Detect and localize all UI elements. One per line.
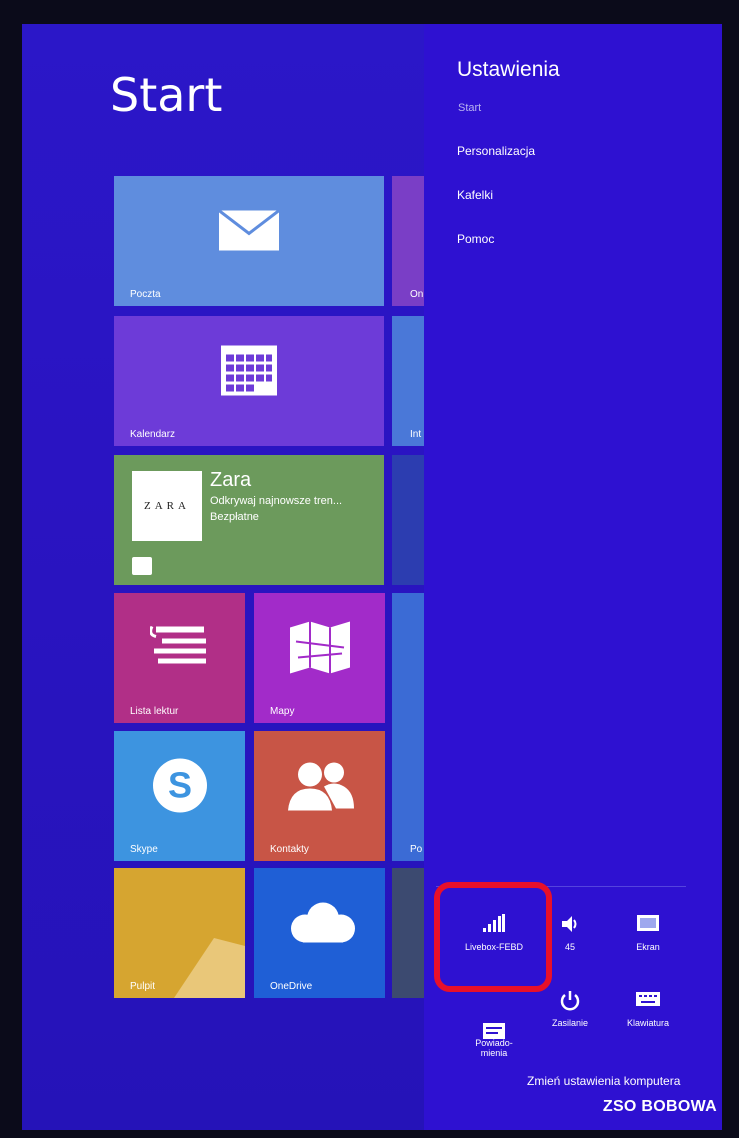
calendar-icon <box>220 345 278 402</box>
tile-desktop[interactable]: Pulpit <box>114 868 245 998</box>
highlight-annotation <box>434 882 552 992</box>
tile-onedrive[interactable]: OneDrive <box>254 868 385 998</box>
notifications-icon <box>454 1000 534 1039</box>
tile-zara[interactable]: ZARA Zara Odkrywaj najnowsze tren... Bez… <box>114 455 384 585</box>
power-label: Zasilanie <box>551 1018 589 1028</box>
people-icon <box>284 761 356 816</box>
settings-link-personalization[interactable]: Personalizacja <box>457 144 535 158</box>
power-button[interactable]: Zasilanie <box>530 990 610 1028</box>
tile-maps-label: Mapy <box>270 706 295 717</box>
screen-icon <box>608 914 688 936</box>
tile-reading-list[interactable]: Lista lektur <box>114 593 245 723</box>
screen-button[interactable]: Ekran <box>608 914 688 952</box>
tile-reading-list-label: Lista lektur <box>130 706 179 717</box>
tile-skype-label: Skype <box>130 844 158 855</box>
power-icon <box>530 990 610 1012</box>
volume-button[interactable]: 45 <box>550 914 590 952</box>
keyboard-button[interactable]: Klawiatura <box>608 990 688 1028</box>
settings-link-tiles[interactable]: Kafelki <box>457 188 493 202</box>
map-icon <box>288 620 352 681</box>
skype-icon: S <box>150 756 210 821</box>
envelope-icon <box>218 209 280 257</box>
tile-partial-4-label: Po <box>410 844 423 855</box>
settings-title: Ustawienia <box>457 58 560 81</box>
tile-mail[interactable]: Poczta <box>114 176 384 306</box>
speaker-icon <box>550 914 590 936</box>
notifications-label: Powiado- mienia <box>475 1038 513 1058</box>
settings-context: Start <box>458 102 482 114</box>
watermark: ZSO BOBOWA <box>602 1098 717 1115</box>
tile-desktop-label: Pulpit <box>130 981 156 992</box>
tile-onedrive-label: OneDrive <box>270 981 313 992</box>
desktop-background <box>174 938 245 998</box>
cloud-icon <box>283 901 357 950</box>
tile-maps[interactable]: Mapy <box>254 593 385 723</box>
zara-app-name: Zara <box>210 469 252 491</box>
start-title: Start <box>110 68 223 122</box>
reading-list-icon <box>148 625 210 676</box>
settings-link-help[interactable]: Pomoc <box>457 232 494 246</box>
tile-partial-1-label: On <box>410 289 424 300</box>
tile-contacts[interactable]: Kontakty <box>254 731 385 861</box>
tile-contacts-label: Kontakty <box>270 844 309 855</box>
notifications-button[interactable]: Powiado- mienia <box>454 990 534 1058</box>
screen-label: Ekran <box>636 942 660 952</box>
store-icon <box>132 557 152 575</box>
svg-text:S: S <box>167 765 191 806</box>
start-screen: Start Poczta Kalendarz ZARA Zara Odkrywa… <box>22 24 722 1130</box>
keyboard-icon <box>608 990 688 1012</box>
tile-calendar-label: Kalendarz <box>130 429 176 440</box>
tile-calendar[interactable]: Kalendarz <box>114 316 384 446</box>
volume-level: 45 <box>564 942 575 952</box>
zara-description: Odkrywaj najnowsze tren... <box>210 495 343 507</box>
change-pc-settings-link[interactable]: Zmień ustawienia komputera <box>527 1074 680 1088</box>
photo-frame: Start Poczta Kalendarz ZARA Zara Odkrywa… <box>0 0 739 1138</box>
zara-logo: ZARA <box>132 471 202 541</box>
tile-skype[interactable]: S Skype <box>114 731 245 861</box>
tile-partial-2-label: Int <box>410 429 422 440</box>
tile-mail-label: Poczta <box>130 289 161 300</box>
zara-price: Bezpłatne <box>210 511 259 523</box>
keyboard-label: Klawiatura <box>626 1018 670 1028</box>
